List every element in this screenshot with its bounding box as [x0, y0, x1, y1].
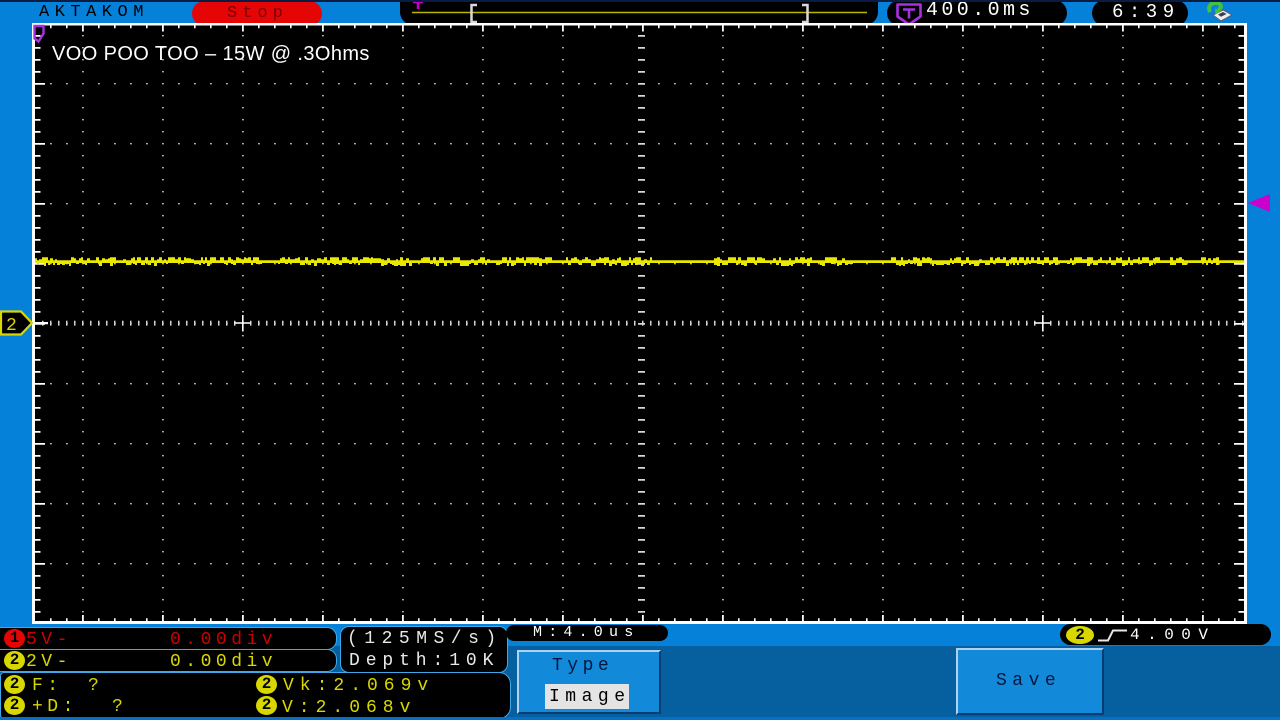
svg-text:VOO POO TOO – 15W @ .3Ohms: VOO POO TOO – 15W @ .3Ohms: [52, 43, 370, 65]
svg-text:2: 2: [6, 316, 17, 336]
